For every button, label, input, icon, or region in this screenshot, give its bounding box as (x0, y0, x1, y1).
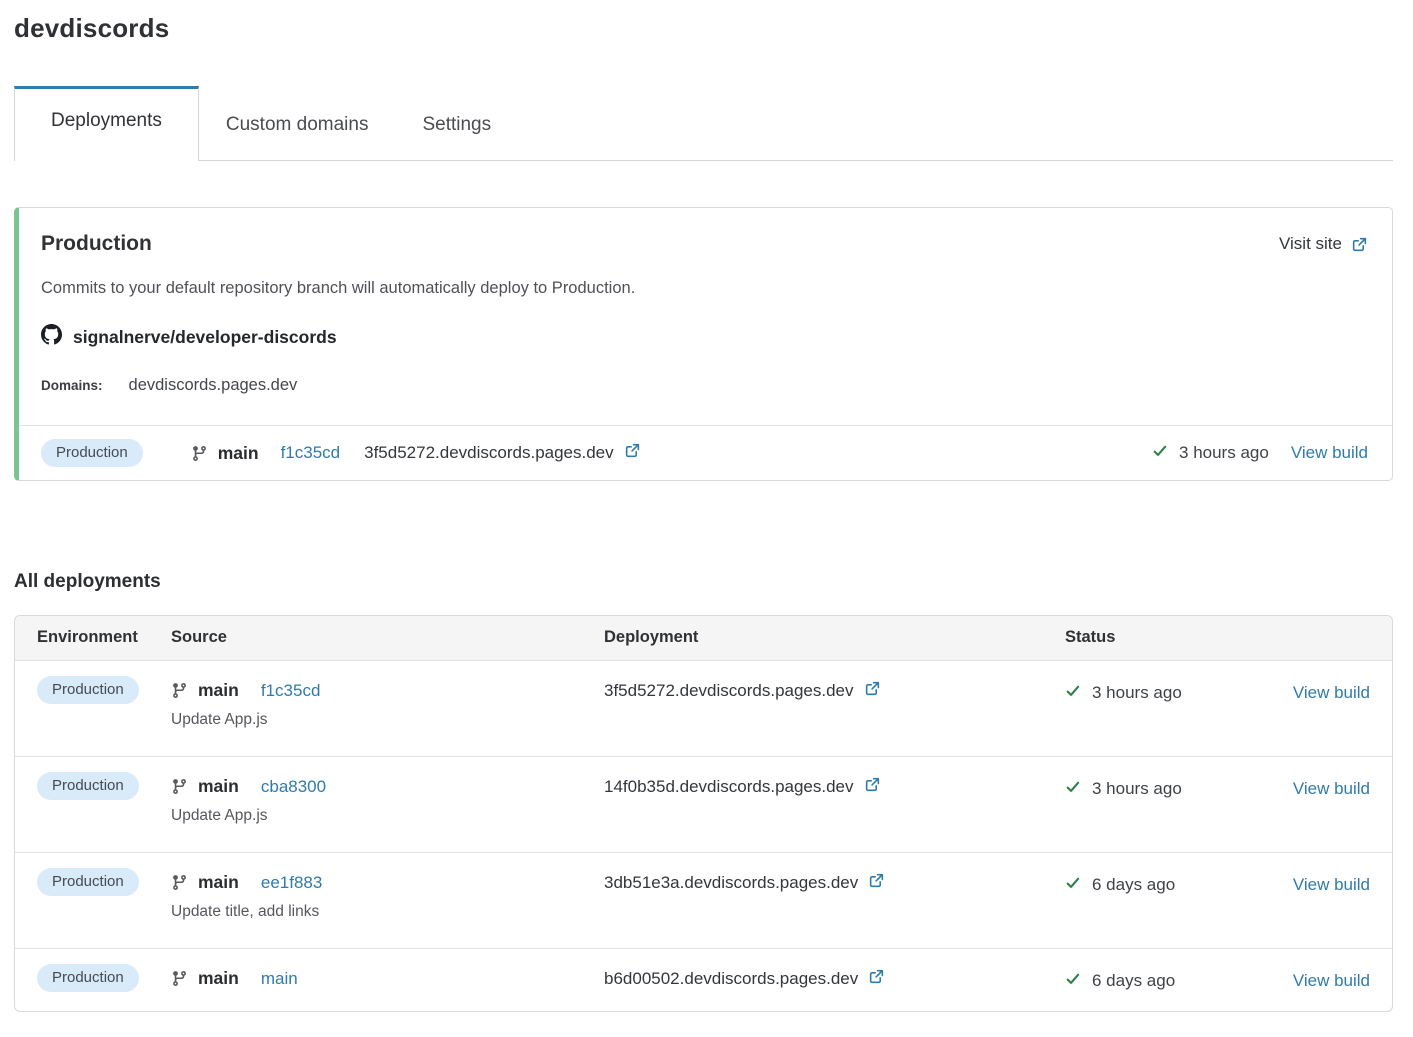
branch-name: main (218, 443, 259, 464)
check-icon (1152, 443, 1168, 463)
tab-custom-domains[interactable]: Custom domains (199, 91, 396, 160)
external-link-icon (1351, 236, 1368, 253)
branch-name: main (198, 968, 239, 989)
all-deployments-heading: All deployments (14, 571, 1393, 593)
deployments-table: Environment Source Deployment Status Pro… (14, 615, 1393, 1012)
view-build-link[interactable]: View build (1293, 779, 1370, 798)
tab-bar: Deployments Custom domains Settings (14, 86, 1393, 161)
view-build-link[interactable]: View build (1293, 683, 1370, 702)
environment-badge: Production (37, 868, 139, 896)
environment-badge: Production (37, 772, 139, 800)
commit-link[interactable]: main (261, 969, 298, 989)
page-title: devdiscords (14, 13, 1393, 44)
column-header-environment: Environment (37, 628, 171, 647)
environment-badge: Production (37, 964, 139, 992)
production-description: Commits to your default repository branc… (41, 279, 1368, 298)
commit-link[interactable]: f1c35cd (281, 443, 341, 463)
status-time: 3 hours ago (1092, 683, 1182, 703)
tab-settings[interactable]: Settings (395, 91, 518, 160)
table-row: Production main ee1f883 Update title, ad… (15, 852, 1392, 948)
check-icon (1065, 779, 1081, 799)
commit-message: Update App.js (171, 807, 604, 825)
commit-link[interactable]: f1c35cd (261, 681, 321, 701)
visit-site-label: Visit site (1279, 234, 1342, 254)
status-time: 3 hours ago (1179, 443, 1269, 463)
git-branch-icon (171, 778, 188, 795)
external-link-icon (624, 442, 641, 464)
column-header-deployment: Deployment (604, 628, 1065, 647)
deployment-url: 3db51e3a.devdiscords.pages.dev (604, 873, 858, 893)
check-icon (1065, 875, 1081, 895)
github-icon (41, 324, 62, 350)
commit-link[interactable]: cba8300 (261, 777, 326, 797)
deployment-url-link[interactable]: 3db51e3a.devdiscords.pages.dev (604, 872, 1065, 894)
deployment-url-link[interactable]: 14f0b35d.devdiscords.pages.dev (604, 776, 1065, 798)
domains-label: Domains: (41, 378, 103, 393)
git-branch-icon (171, 682, 188, 699)
status-time: 6 days ago (1092, 875, 1175, 895)
deployment-url-link[interactable]: 3f5d5272.devdiscords.pages.dev (604, 680, 1065, 702)
status-time: 6 days ago (1092, 971, 1175, 991)
view-build-link[interactable]: View build (1293, 875, 1370, 894)
visit-site-link[interactable]: Visit site (1279, 234, 1368, 254)
deployment-url: 3f5d5272.devdiscords.pages.dev (364, 443, 614, 463)
table-header-row: Environment Source Deployment Status (15, 616, 1392, 660)
repo-name: signalnerve/developer-discords (73, 327, 337, 348)
commit-message: Update title, add links (171, 903, 604, 921)
check-icon (1065, 683, 1081, 703)
domains-row: Domains: devdiscords.pages.dev (41, 376, 1368, 395)
view-build-link[interactable]: View build (1293, 971, 1370, 990)
external-link-icon (868, 872, 885, 894)
column-header-status: Status (1065, 628, 1284, 647)
deployment-url-link[interactable]: 3f5d5272.devdiscords.pages.dev (364, 442, 641, 464)
git-branch-icon (191, 445, 208, 462)
environment-badge: Production (41, 439, 143, 467)
table-row: Production main f1c35cd Update App.js 3f… (15, 660, 1392, 756)
repo-link[interactable]: signalnerve/developer-discords (41, 324, 1368, 350)
branch-name: main (198, 680, 239, 701)
commit-link[interactable]: ee1f883 (261, 873, 322, 893)
view-build-link[interactable]: View build (1291, 443, 1368, 463)
table-row: Production main cba8300 Update App.js 14… (15, 756, 1392, 852)
deployment-url-link[interactable]: b6d00502.devdiscords.pages.dev (604, 968, 1065, 990)
external-link-icon (864, 776, 881, 798)
production-card: Production Visit site Commits to your de… (14, 207, 1393, 481)
branch-name: main (198, 872, 239, 893)
environment-badge: Production (37, 676, 139, 704)
domains-value: devdiscords.pages.dev (129, 376, 298, 395)
git-branch-icon (171, 874, 188, 891)
column-header-source: Source (171, 628, 604, 647)
deployment-url: 14f0b35d.devdiscords.pages.dev (604, 777, 854, 797)
external-link-icon (864, 680, 881, 702)
status-time: 3 hours ago (1092, 779, 1182, 799)
deployment-url: 3f5d5272.devdiscords.pages.dev (604, 681, 854, 701)
production-heading: Production (41, 232, 152, 256)
production-deployment-row: Production main f1c35cd 3f5d5272.devdisc… (19, 425, 1392, 480)
table-row: Production main main b6d00502.devdiscord… (15, 948, 1392, 1011)
external-link-icon (868, 968, 885, 990)
deployment-url: b6d00502.devdiscords.pages.dev (604, 969, 858, 989)
branch-name: main (198, 776, 239, 797)
check-icon (1065, 971, 1081, 991)
tab-deployments[interactable]: Deployments (14, 86, 199, 161)
commit-message: Update App.js (171, 711, 604, 729)
git-branch-icon (171, 970, 188, 987)
